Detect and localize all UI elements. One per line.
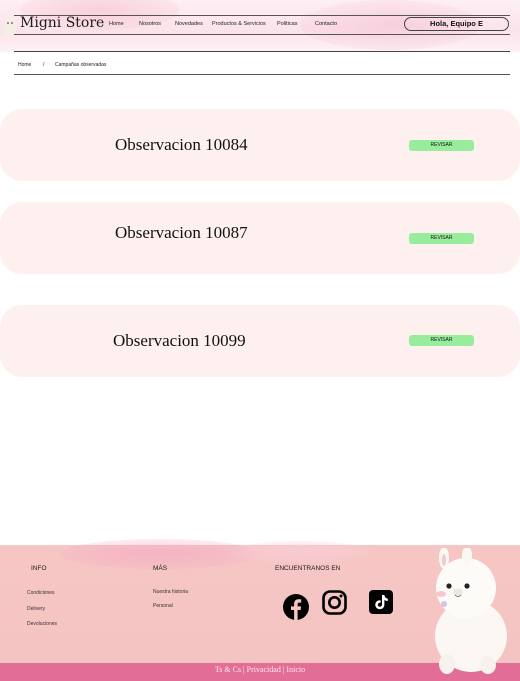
nav-link-nosotros[interactable]: Nosotros [139,21,161,27]
footer-social-heading: ENCUENTRANOS EN [275,565,341,572]
nav-link-novedades[interactable]: Novedades [175,21,203,27]
header-bottom-divider [14,51,510,52]
llama-logo-icon [4,15,16,36]
nav-link-politicas[interactable]: Politicas [277,21,297,27]
observation-card: Observacion 10099 REVISAR [0,305,520,377]
review-button[interactable]: REVISAR [409,233,474,244]
breadcrumb-home[interactable]: Home [18,62,31,68]
breadcrumb-divider [14,74,510,75]
llama-mascot-icon [435,548,507,674]
observation-title: Observacion 10084 [115,135,248,154]
site-header: Migni Store Home Nosotros Novedades Prod… [0,0,520,52]
observation-card: Observacion 10087 REVISAR [0,202,520,274]
nav-link-productos-servicios[interactable]: Productos & Servicios [212,21,266,27]
footer-decoration [230,541,370,563]
breadcrumb-current: Campañas observadas [55,62,107,68]
review-button[interactable]: REVISAR [409,140,474,151]
facebook-icon[interactable] [283,594,309,620]
footer-mas-heading: MÁS [153,565,168,572]
review-button[interactable]: REVISAR [409,335,474,346]
footer-link-delivery[interactable]: Delivery [27,606,45,612]
tiktok-icon[interactable] [369,590,393,614]
nav-link-contacto[interactable]: Contacto [315,21,337,27]
instagram-icon[interactable] [322,590,347,615]
breadcrumb-separator: / [43,62,45,68]
observation-title: Observacion 10099 [113,331,246,350]
brand-logo-text[interactable]: Migni Store [20,15,104,31]
footer-link-nuestra-historia[interactable]: Nuestra historia [153,589,188,595]
header-divider [14,34,510,35]
user-greeting-button[interactable]: Hola, Equipo E [404,17,509,31]
footer-link-personal[interactable]: Personal [153,603,173,609]
footer-link-devoluciones[interactable]: Devoluciones [27,621,57,627]
observation-card: Observacion 10084 REVISAR [0,109,520,181]
nav-link-home[interactable]: Home [109,21,124,27]
footer-link-condiciones[interactable]: Condiciones [27,590,55,596]
observation-title: Observacion 10087 [115,223,248,242]
footer-info-heading: INFO [31,565,47,572]
